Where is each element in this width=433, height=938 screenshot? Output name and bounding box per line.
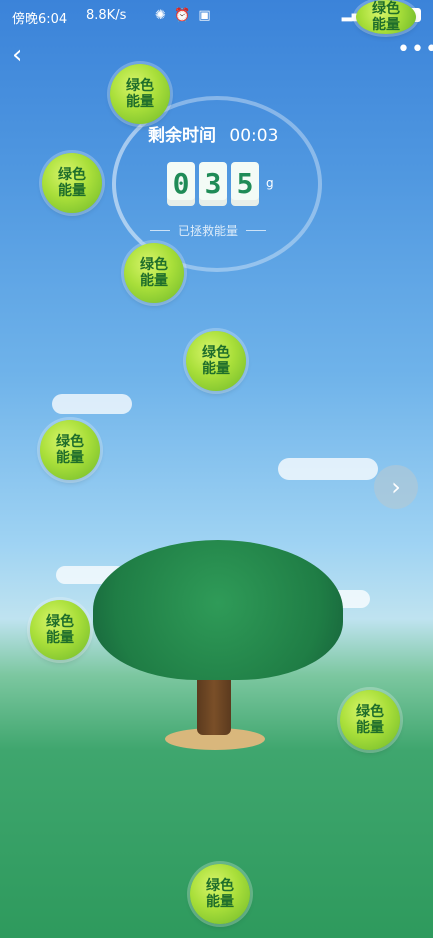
tree-canopy [93, 540, 343, 680]
energy-ball[interactable]: 绿色 能量 [356, 0, 416, 34]
energy-ball-text: 能量 [202, 361, 230, 377]
saved-energy-text: 已拯救能量 [178, 223, 239, 238]
chevron-right-icon: › [391, 473, 401, 501]
cloud [52, 394, 132, 414]
energy-ball-text: 能量 [58, 183, 86, 199]
energy-ball-text: 能量 [356, 720, 384, 736]
energy-ball[interactable]: 绿色 能量 [124, 243, 184, 303]
energy-ball-text: 绿色 [126, 78, 154, 94]
status-time: 傍晚6:04 [12, 12, 68, 27]
energy-ball[interactable]: 绿色 能量 [190, 864, 250, 924]
alarm-icon: ⏰ [174, 8, 193, 23]
status-icons: ✺ ⏰ ▣ [155, 8, 213, 23]
energy-ball-text: 绿色 [140, 257, 168, 273]
notification-icon: ✺ [155, 8, 168, 23]
timer: 剩余时间 00:03 [148, 121, 308, 146]
saved-energy-label: 已拯救能量 [150, 222, 290, 238]
divider-line [246, 229, 267, 231]
more-button[interactable]: ••• [397, 39, 433, 61]
divider-line [150, 229, 170, 231]
more-icon: ••• [397, 37, 433, 62]
energy-ball-text: 绿色 [58, 167, 86, 183]
cloud [278, 458, 378, 480]
energy-ball-text: 能量 [56, 450, 84, 466]
energy-ball-text: 绿色 [202, 345, 230, 361]
back-icon: ‹ [12, 40, 23, 70]
energy-digit: 0 [167, 162, 195, 206]
energy-ball-text: 能量 [46, 630, 74, 646]
energy-ball-text: 绿色 [372, 1, 400, 17]
energy-ball[interactable]: 绿色 能量 [40, 420, 100, 480]
next-button[interactable]: › [374, 465, 418, 509]
energy-ball-text: 绿色 [46, 614, 74, 630]
energy-ball[interactable]: 绿色 能量 [186, 331, 246, 391]
back-button[interactable]: ‹ [12, 42, 34, 68]
energy-ball[interactable]: 绿色 能量 [340, 690, 400, 750]
energy-ball-text: 绿色 [206, 878, 234, 894]
energy-counter: 0 3 5 g [167, 162, 274, 206]
network-speed: 8.8K/s [86, 8, 127, 23]
timer-value: 00:03 [229, 126, 279, 146]
energy-digit: 5 [231, 162, 259, 206]
energy-ball-text: 绿色 [56, 434, 84, 450]
energy-ball-text: 能量 [372, 17, 400, 33]
timer-label: 剩余时间 [148, 126, 216, 146]
energy-digit: 3 [199, 162, 227, 206]
energy-ball-text: 能量 [206, 894, 234, 910]
energy-ball[interactable]: 绿色 能量 [42, 153, 102, 213]
app-icon: ▣ [198, 8, 213, 23]
energy-ball-text: 绿色 [356, 704, 384, 720]
energy-ball-text: 能量 [126, 94, 154, 110]
energy-ball-text: 能量 [140, 273, 168, 289]
energy-ball[interactable]: 绿色 能量 [110, 64, 170, 124]
energy-ball[interactable]: 绿色 能量 [30, 600, 90, 660]
energy-unit: g [266, 176, 274, 190]
